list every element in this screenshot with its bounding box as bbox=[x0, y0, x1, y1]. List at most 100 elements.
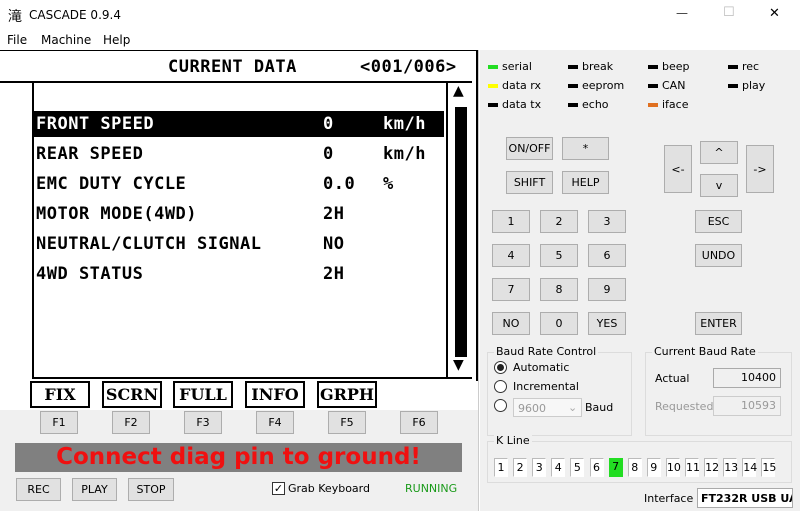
star-button[interactable]: * bbox=[562, 137, 609, 160]
kline-pin-6[interactable]: 6 bbox=[589, 458, 604, 477]
key-yes-button[interactable]: YES bbox=[588, 312, 626, 335]
indicator-label: rec bbox=[742, 60, 760, 73]
row-label: REAR SPEED bbox=[36, 144, 144, 164]
grab-keyboard-checkbox[interactable]: ✓ bbox=[272, 482, 285, 495]
led-icon bbox=[648, 103, 658, 107]
menu-machine[interactable]: Machine bbox=[41, 33, 91, 47]
lcd-row[interactable]: FRONT SPEED 0 km/h bbox=[34, 111, 444, 137]
baud-select-value: 9600 bbox=[518, 402, 546, 415]
softkey-full: FULL bbox=[173, 381, 233, 408]
actual-label: Actual bbox=[655, 372, 690, 385]
fkey-f5-button[interactable]: F5 bbox=[328, 411, 366, 434]
indicator-play: play bbox=[728, 79, 765, 92]
key-2-button[interactable]: 2 bbox=[540, 210, 578, 233]
enter-button[interactable]: ENTER bbox=[695, 312, 742, 335]
onoff-button[interactable]: ON/OFF bbox=[506, 137, 553, 160]
fkey-f2-button[interactable]: F2 bbox=[112, 411, 150, 434]
lcd-row[interactable]: EMC DUTY CYCLE 0.0% bbox=[34, 171, 444, 197]
fixed-baud-radio[interactable] bbox=[494, 399, 507, 412]
help-button[interactable]: HELP bbox=[562, 171, 609, 194]
led-icon bbox=[728, 65, 738, 69]
kline-pin-10[interactable]: 10 bbox=[665, 458, 681, 477]
shift-button[interactable]: SHIFT bbox=[506, 171, 553, 194]
lcd-row[interactable]: NEUTRAL/CLUTCH SIGNAL NO bbox=[34, 231, 444, 257]
led-icon bbox=[568, 103, 578, 107]
key-4-button[interactable]: 4 bbox=[492, 244, 530, 267]
stop-button[interactable]: STOP bbox=[128, 478, 174, 501]
indicator-label: data tx bbox=[502, 98, 542, 111]
interface-label: Interface bbox=[644, 492, 694, 505]
left-button[interactable]: <- bbox=[664, 145, 692, 193]
undo-button[interactable]: UNDO bbox=[695, 244, 742, 267]
baud-group-title: Baud Rate Control bbox=[494, 345, 599, 358]
row-value: 2H bbox=[323, 204, 345, 224]
kline-pin-13[interactable]: 13 bbox=[723, 458, 738, 477]
baud-select[interactable]: 9600 ⌄ bbox=[513, 398, 582, 417]
lcd-row[interactable]: 4WD STATUS 2H bbox=[34, 261, 444, 287]
menu-help[interactable]: Help bbox=[103, 33, 130, 47]
kline-pin-8[interactable]: 8 bbox=[627, 458, 642, 477]
indicator-beep: beep bbox=[648, 60, 690, 73]
kline-pin-3[interactable]: 3 bbox=[532, 458, 547, 477]
divider bbox=[478, 50, 480, 511]
row-unit: km/h bbox=[383, 144, 426, 164]
scroll-down-icon[interactable]: ▼ bbox=[453, 357, 464, 373]
current-baud-title: Current Baud Rate bbox=[652, 345, 758, 358]
key-no-button[interactable]: NO bbox=[492, 312, 530, 335]
indicator-label: CAN bbox=[662, 79, 686, 92]
led-icon bbox=[568, 84, 578, 88]
indicator-can: CAN bbox=[648, 79, 685, 92]
kline-pin-11[interactable]: 11 bbox=[685, 458, 700, 477]
kline-pin-5[interactable]: 5 bbox=[570, 458, 585, 477]
close-icon[interactable]: ✕ bbox=[769, 6, 780, 21]
key-0-button[interactable]: 0 bbox=[540, 312, 578, 335]
rec-button[interactable]: REC bbox=[16, 478, 61, 501]
grab-keyboard-label: Grab Keyboard bbox=[288, 482, 370, 495]
automatic-radio[interactable] bbox=[494, 361, 507, 374]
fkey-f6-button[interactable]: F6 bbox=[400, 411, 438, 434]
kline-pin-12[interactable]: 12 bbox=[704, 458, 719, 477]
key-1-button[interactable]: 1 bbox=[492, 210, 530, 233]
fkey-f3-button[interactable]: F3 bbox=[184, 411, 222, 434]
status-banner: Connect diag pin to ground! bbox=[15, 443, 462, 472]
row-unit: % bbox=[383, 174, 394, 194]
indicator-label: eeprom bbox=[582, 79, 625, 92]
fkey-f4-button[interactable]: F4 bbox=[256, 411, 294, 434]
key-7-button[interactable]: 7 bbox=[492, 278, 530, 301]
indicator-iface: iface bbox=[648, 98, 689, 111]
kline-pin-2[interactable]: 2 bbox=[513, 458, 528, 477]
scrollbar-thumb[interactable] bbox=[455, 107, 467, 357]
kline-pin-4[interactable]: 4 bbox=[551, 458, 566, 477]
key-3-button[interactable]: 3 bbox=[588, 210, 626, 233]
menu-file[interactable]: File bbox=[7, 33, 27, 47]
app-icon: 滝 bbox=[8, 9, 22, 25]
minimize-icon[interactable]: — bbox=[676, 6, 688, 20]
lcd-row[interactable]: MOTOR MODE(4WD) 2H bbox=[34, 201, 444, 227]
key-9-button[interactable]: 9 bbox=[588, 278, 626, 301]
run-status: RUNNING bbox=[405, 482, 458, 495]
kline-pin-7[interactable]: 7 bbox=[608, 458, 623, 477]
scroll-up-icon[interactable]: ▲ bbox=[453, 83, 464, 99]
indicator-rec: rec bbox=[728, 60, 759, 73]
up-button[interactable]: ^ bbox=[700, 141, 738, 164]
kline-pin-9[interactable]: 9 bbox=[646, 458, 661, 477]
lcd-row[interactable]: REAR SPEED 0 km/h bbox=[34, 141, 444, 167]
maximize-icon[interactable]: ☐ bbox=[723, 5, 735, 20]
key-5-button[interactable]: 5 bbox=[540, 244, 578, 267]
kline-pin-1[interactable]: 1 bbox=[494, 458, 508, 477]
indicator-label: iface bbox=[662, 98, 689, 111]
play-button[interactable]: PLAY bbox=[72, 478, 117, 501]
indicator-echo: echo bbox=[568, 98, 609, 111]
lcd-title: CURRENT DATA bbox=[168, 57, 297, 77]
key-6-button[interactable]: 6 bbox=[588, 244, 626, 267]
key-8-button[interactable]: 8 bbox=[540, 278, 578, 301]
esc-button[interactable]: ESC bbox=[695, 210, 742, 233]
down-button[interactable]: v bbox=[700, 174, 738, 197]
right-button[interactable]: -> bbox=[746, 145, 774, 193]
incremental-radio[interactable] bbox=[494, 380, 507, 393]
kline-pin-14[interactable]: 14 bbox=[742, 458, 757, 477]
fkey-f1-button[interactable]: F1 bbox=[40, 411, 78, 434]
led-icon bbox=[488, 103, 498, 107]
kline-pin-15[interactable]: 15 bbox=[761, 458, 776, 477]
menu-bar: File Machine Help bbox=[0, 30, 800, 50]
